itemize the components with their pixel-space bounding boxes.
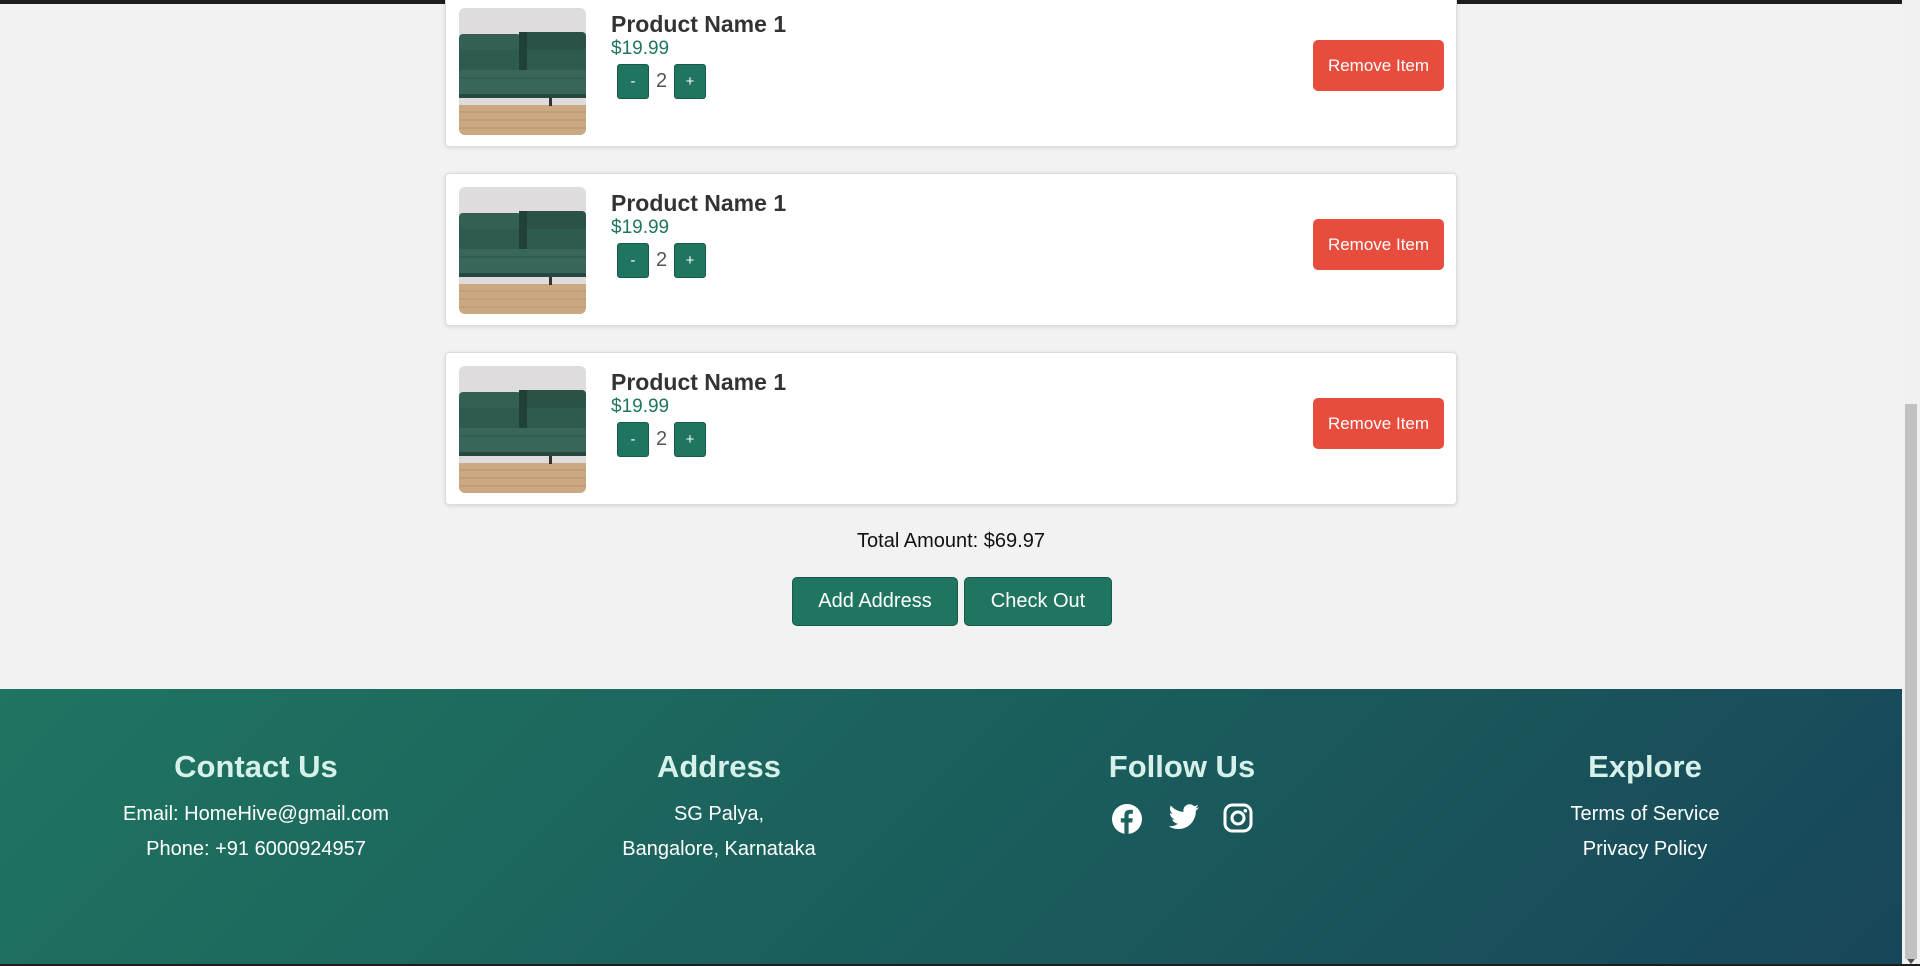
add-address-button[interactable]: Add Address xyxy=(792,577,958,626)
total-amount: Total Amount: $69.97 xyxy=(857,530,1045,552)
increment-quantity-button[interactable]: + xyxy=(674,422,706,457)
footer-phone: Phone: +91 6000924957 xyxy=(146,838,366,860)
social-links xyxy=(962,803,1402,835)
cart-actions: Add Address Check Out xyxy=(792,577,1112,626)
cart-list: Product Name 1 $19.99 - 2 + Remove Item xyxy=(445,0,1457,531)
footer-address-line1: SG Palya, xyxy=(673,803,765,825)
footer-address-section: Address SG Palya, Bangalore, Karnataka xyxy=(499,749,939,873)
cart-item: Product Name 1 $19.99 - 2 + Remove Item xyxy=(445,352,1457,505)
product-name: Product Name 1 xyxy=(611,190,787,216)
remove-item-button[interactable]: Remove Item xyxy=(1313,219,1444,270)
footer-explore-heading: Explore xyxy=(1588,749,1702,784)
terms-of-service-link[interactable]: Terms of Service xyxy=(1425,803,1865,826)
increment-quantity-button[interactable]: + xyxy=(674,64,706,99)
footer-address-line2: Bangalore, Karnataka xyxy=(622,838,816,860)
footer-explore-section: Explore Terms of Service Privacy Policy xyxy=(1425,749,1865,873)
product-price: $19.99 xyxy=(611,217,670,238)
remove-item-button[interactable]: Remove Item xyxy=(1313,40,1444,91)
footer-follow-heading: Follow Us xyxy=(1108,749,1256,784)
twitter-icon[interactable] xyxy=(1166,803,1200,835)
remove-item-button[interactable]: Remove Item xyxy=(1313,398,1444,449)
site-footer: Contact Us Email: HomeHive@gmail.com Pho… xyxy=(0,689,1902,966)
checkout-button[interactable]: Check Out xyxy=(964,577,1112,626)
product-price: $19.99 xyxy=(611,396,670,417)
product-name: Product Name 1 xyxy=(611,11,787,37)
footer-email: Email: HomeHive@gmail.com xyxy=(123,803,389,825)
product-price: $19.99 xyxy=(611,38,670,59)
quantity-stepper: - 2 + xyxy=(617,243,706,278)
product-image xyxy=(459,8,586,135)
quantity-value: 2 xyxy=(655,70,668,92)
decrement-quantity-button[interactable]: - xyxy=(617,64,649,99)
footer-contact-heading: Contact Us xyxy=(174,749,338,784)
product-image xyxy=(459,187,586,314)
quantity-stepper: - 2 + xyxy=(617,422,706,457)
decrement-quantity-button[interactable]: - xyxy=(617,243,649,278)
footer-follow-section: Follow Us xyxy=(962,749,1402,835)
instagram-icon[interactable] xyxy=(1223,803,1253,835)
facebook-icon[interactable] xyxy=(1111,803,1143,835)
footer-contact-section: Contact Us Email: HomeHive@gmail.com Pho… xyxy=(36,749,476,873)
cart-item: Product Name 1 $19.99 - 2 + Remove Item xyxy=(445,173,1457,326)
quantity-value: 2 xyxy=(655,249,668,271)
decrement-quantity-button[interactable]: - xyxy=(617,422,649,457)
quantity-stepper: - 2 + xyxy=(617,64,706,99)
product-image xyxy=(459,366,586,493)
privacy-policy-link[interactable]: Privacy Policy xyxy=(1425,838,1865,861)
increment-quantity-button[interactable]: + xyxy=(674,243,706,278)
footer-address-heading: Address xyxy=(656,749,782,784)
scrollbar-thumb[interactable] xyxy=(1905,404,1917,959)
quantity-value: 2 xyxy=(655,428,668,450)
vertical-scrollbar[interactable] xyxy=(1902,0,1920,966)
product-name: Product Name 1 xyxy=(611,369,787,395)
cart-page: Product Name 1 $19.99 - 2 + Remove Item xyxy=(0,0,1902,966)
cart-item: Product Name 1 $19.99 - 2 + Remove Item xyxy=(445,0,1457,147)
